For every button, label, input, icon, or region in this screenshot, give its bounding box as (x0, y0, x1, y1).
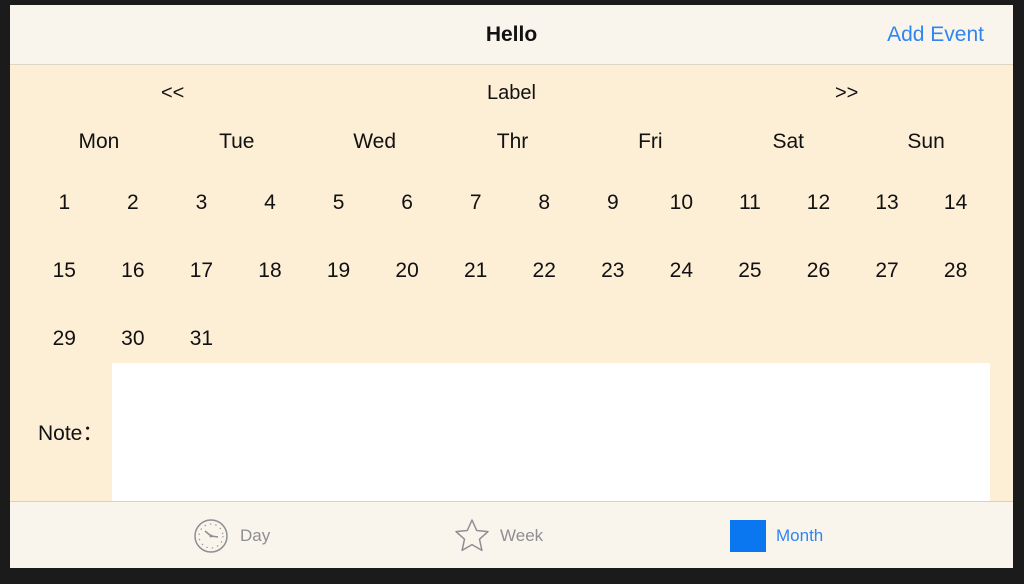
calendar-day[interactable]: 21 (441, 241, 510, 309)
calendar-day[interactable]: 25 (716, 241, 785, 309)
calendar-day[interactable]: 24 (647, 241, 716, 309)
next-month-button[interactable]: >> (835, 81, 858, 105)
tab-label: Month (776, 525, 824, 545)
calendar-day[interactable]: 4 (236, 173, 305, 241)
calendar-day[interactable]: 23 (579, 241, 648, 309)
calendar-day[interactable]: 28 (921, 241, 990, 309)
calendar-day[interactable]: 3 (167, 173, 236, 241)
calendar-day[interactable]: 29 (30, 309, 99, 377)
calendar-day[interactable]: 27 (853, 241, 922, 309)
weekday-label: Fri (638, 130, 663, 153)
calendar-day[interactable]: 12 (784, 173, 853, 241)
calendar-day[interactable]: 5 (304, 173, 373, 241)
weekday-label: Thr (496, 130, 529, 153)
calendar-day[interactable]: 14 (921, 173, 990, 241)
calendar-day[interactable]: 8 (510, 173, 579, 241)
note-label: Note： (38, 422, 104, 445)
calendar-day[interactable]: 2 (99, 173, 168, 241)
calendar-day[interactable]: 13 (853, 173, 922, 241)
calendar-day[interactable]: 15 (30, 241, 99, 309)
calendar-day[interactable]: 10 (647, 173, 716, 241)
calendar-day[interactable]: 1 (30, 173, 99, 241)
calendar-day[interactable]: 17 (167, 241, 236, 309)
calendar-grid: 1 2 3 4 5 6 7 8 9 10 11 12 13 14 15 16 1… (30, 173, 990, 377)
calendar-day[interactable]: 9 (579, 173, 648, 241)
note-input[interactable] (112, 363, 990, 501)
calendar-day[interactable]: 22 (510, 241, 579, 309)
tab-day[interactable]: Day (192, 502, 270, 568)
weekday-header: Mon Tue Wed Thr Fri Sat Sun (30, 129, 995, 155)
weekday-label: Tue (219, 130, 255, 153)
star-icon (455, 518, 489, 551)
tab-month[interactable]: Month (730, 502, 823, 568)
calendar-day[interactable]: 11 (716, 173, 785, 241)
tab-label: Day (240, 525, 271, 545)
calendar-day[interactable]: 6 (373, 173, 442, 241)
calendar-day[interactable]: 18 (236, 241, 305, 309)
square-icon (730, 519, 766, 552)
page-title: Hello (485, 23, 538, 46)
tab-bar: Day Week Month (10, 501, 1013, 568)
tab-label: Week (500, 525, 544, 545)
weekday-label: Sun (907, 130, 945, 153)
calendar-day[interactable]: 19 (304, 241, 373, 309)
calendar-day[interactable]: 16 (99, 241, 168, 309)
add-event-button[interactable]: Add Event (887, 5, 984, 64)
navigation-bar: Hello Add Event (10, 5, 1013, 65)
clock-icon (194, 518, 228, 553)
weekday-label: Mon (78, 130, 120, 153)
calendar-day[interactable]: 7 (441, 173, 510, 241)
weekday-label: Sat (772, 130, 804, 153)
app-screen: Hello Add Event << Label >> Mon Tue Wed … (10, 5, 1013, 568)
calendar-day[interactable]: 26 (784, 241, 853, 309)
calendar-day[interactable]: 20 (373, 241, 442, 309)
tab-week[interactable]: Week (454, 502, 543, 568)
weekday-label: Wed (353, 130, 397, 153)
month-label: Label (487, 82, 536, 104)
